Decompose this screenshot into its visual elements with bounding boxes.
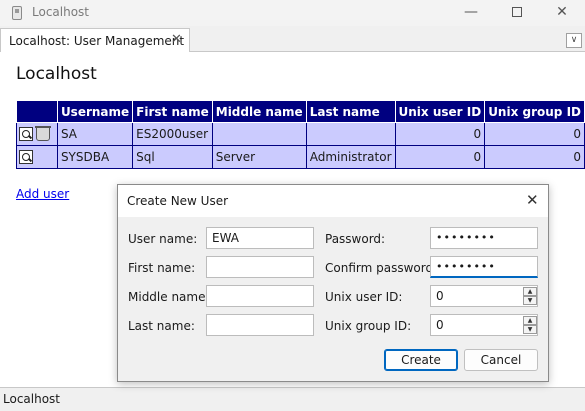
view-details-icon[interactable] (19, 150, 33, 165)
delete-trash-icon[interactable] (35, 126, 51, 142)
middle-name-label: Middle name: (128, 290, 210, 304)
close-icon[interactable]: ✕ (526, 191, 539, 209)
window-title: Localhost (32, 5, 90, 19)
table-row: SA ES2000user 0 0 (16, 122, 585, 146)
dialog-titlebar: Create New User ✕ (118, 185, 548, 217)
cell-username: SYSDBA (56, 145, 134, 169)
tab-close-icon[interactable]: ✕ (171, 32, 182, 47)
unix-user-id-label: Unix user ID: (325, 290, 403, 304)
app-window-icon (12, 6, 22, 20)
page-title: Localhost (16, 64, 97, 84)
cell-unix-user-id: 0 (394, 145, 486, 169)
add-user-link[interactable]: Add user (16, 187, 69, 201)
cell-middle-name: Server (211, 145, 307, 169)
unix-group-id-stepper[interactable]: 0 ▲ ▼ (430, 314, 538, 336)
tab-user-management[interactable]: Localhost: User Management ✕ (0, 28, 190, 52)
window-titlebar: Localhost — ✕ (0, 0, 585, 26)
confirm-password-label: Confirm password: (325, 261, 438, 275)
cell-last-name: Administrator (305, 145, 396, 169)
first-name-label: First name: (128, 261, 196, 275)
spinner-up-icon[interactable]: ▲ (523, 287, 537, 296)
column-header-actions (16, 100, 58, 123)
cell-last-name (305, 122, 396, 146)
middle-name-input[interactable] (206, 285, 314, 307)
last-name-input[interactable] (206, 314, 314, 336)
spinner-down-icon[interactable]: ▼ (523, 325, 537, 334)
maximize-button[interactable] (494, 0, 540, 26)
unix-user-id-value: 0 (436, 289, 444, 303)
create-user-dialog: Create New User ✕ User name: EWA First n… (117, 184, 549, 382)
minimize-button[interactable]: — (448, 0, 494, 26)
cancel-button[interactable]: Cancel (464, 349, 538, 371)
row-actions (16, 122, 58, 146)
create-button[interactable]: Create (384, 349, 458, 371)
cell-unix-group-id: 0 (484, 145, 585, 169)
confirm-password-input[interactable]: •••••••• (430, 256, 538, 278)
users-table: Username First name Middle name Last nam… (16, 100, 585, 169)
status-text: Localhost (3, 392, 61, 406)
spinner-down-icon[interactable]: ▼ (523, 296, 537, 305)
table-row: SYSDBA Sql Server Administrator 0 0 (16, 145, 585, 169)
user-name-input[interactable]: EWA (206, 227, 314, 249)
column-header-middle-name: Middle name (211, 100, 307, 123)
column-header-unix-group-id: Unix group ID (484, 100, 585, 123)
password-input[interactable]: •••••••• (430, 227, 538, 249)
cell-middle-name (211, 122, 307, 146)
column-header-unix-user-id: Unix user ID (394, 100, 486, 123)
view-details-icon[interactable] (19, 127, 33, 142)
row-actions (16, 145, 58, 169)
cell-first-name: Sql (132, 145, 213, 169)
tab-label: Localhost: User Management (9, 34, 185, 48)
password-label: Password: (325, 232, 386, 246)
status-bar: Localhost (0, 387, 585, 411)
tab-list-dropdown-icon[interactable]: ∨ (566, 33, 582, 48)
spinner-up-icon[interactable]: ▲ (523, 316, 537, 325)
cell-first-name: ES2000user (132, 122, 213, 146)
unix-group-id-label: Unix group ID: (325, 319, 412, 333)
column-header-username: Username (56, 100, 134, 123)
tab-bar: Localhost: User Management ✕ ∨ (0, 26, 585, 52)
cell-unix-group-id: 0 (484, 122, 585, 146)
cell-username: SA (56, 122, 134, 146)
user-name-label: User name: (128, 232, 198, 246)
window-close-button[interactable]: ✕ (539, 0, 585, 26)
maximize-icon (512, 6, 522, 17)
table-header-row: Username First name Middle name Last nam… (16, 100, 585, 123)
dialog-title: Create New User (127, 194, 229, 208)
column-header-first-name: First name (132, 100, 213, 123)
column-header-last-name: Last name (305, 100, 396, 123)
unix-user-id-stepper[interactable]: 0 ▲ ▼ (430, 285, 538, 307)
cell-unix-user-id: 0 (394, 122, 486, 146)
last-name-label: Last name: (128, 319, 195, 333)
first-name-input[interactable] (206, 256, 314, 278)
unix-group-id-value: 0 (436, 318, 444, 332)
